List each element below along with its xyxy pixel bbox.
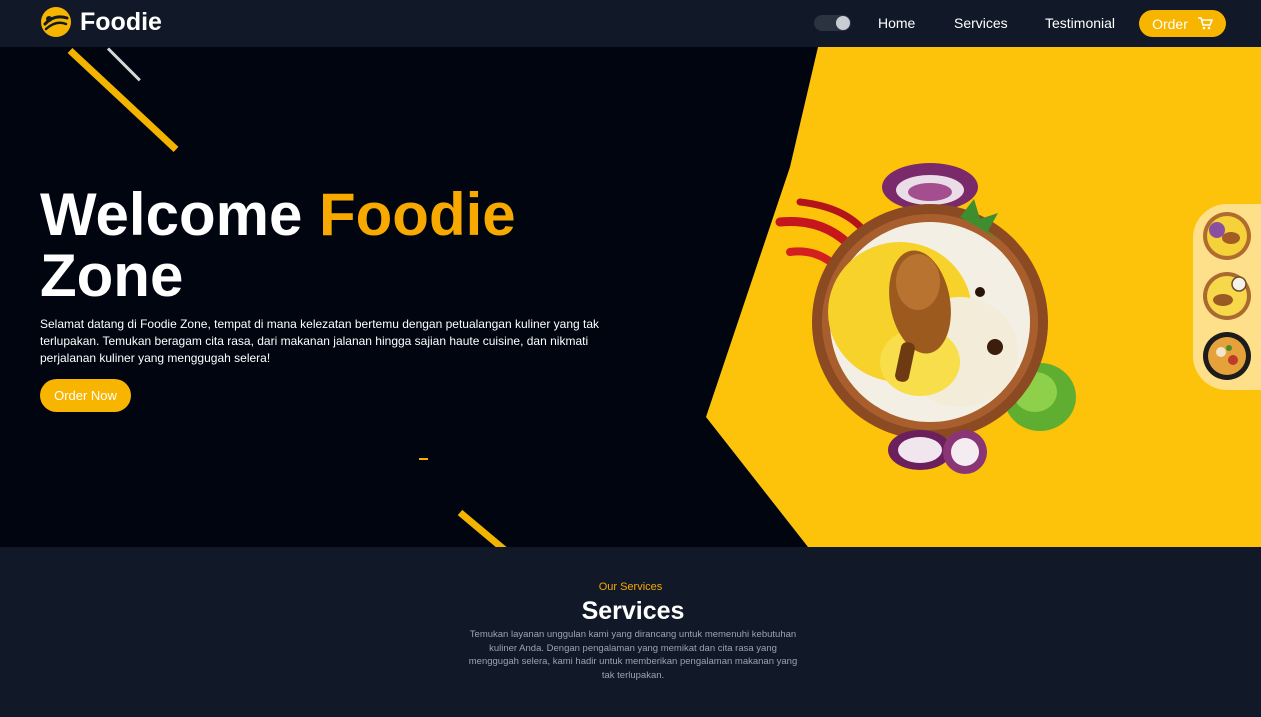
- nav-link-services[interactable]: Services: [954, 15, 1008, 31]
- fork-spoon-logo-icon: [41, 7, 71, 37]
- hero-description: Selamat datang di Foodie Zone, tempat di…: [40, 317, 600, 365]
- thumbnail-dish-3[interactable]: [1201, 330, 1253, 382]
- decor-dot: [419, 458, 428, 460]
- brand-name: Foodie: [80, 7, 162, 36]
- services-description: Temukan layanan unggulan kami yang diran…: [468, 629, 798, 681]
- nav-link-testimonial[interactable]: Testimonial: [1045, 15, 1115, 31]
- hero-title: Welcome Foodie Zone: [40, 184, 600, 306]
- hero-title-part1: Welcome: [40, 181, 319, 248]
- navbar: Foodie Home Services Testimonial Order: [0, 0, 1261, 47]
- theme-toggle-icon[interactable]: [814, 15, 851, 31]
- nav-link-home[interactable]: Home: [878, 15, 915, 31]
- services-title: Services: [581, 597, 685, 625]
- cart-icon: [1197, 17, 1213, 30]
- thumbnail-rail: [1193, 204, 1261, 390]
- order-label: Order: [1152, 15, 1188, 32]
- toggle-knob: [836, 16, 850, 30]
- hero-section: Welcome Foodie Zone Selamat datang di Fo…: [0, 47, 1261, 547]
- hero-title-accent: Foodie: [319, 181, 516, 248]
- thumbnail-dish-2[interactable]: [1201, 270, 1253, 322]
- order-button[interactable]: Order: [1139, 10, 1226, 37]
- brand[interactable]: Foodie: [40, 6, 162, 38]
- biryani-plate-image: [775, 163, 1076, 474]
- services-section: Our Services Services Temukan layanan un…: [0, 547, 1261, 717]
- services-eyebrow: Our Services: [598, 581, 663, 593]
- hero-title-part2: Zone: [40, 242, 184, 309]
- order-now-button[interactable]: Order Now: [40, 379, 131, 412]
- thumbnail-dish-1[interactable]: [1201, 210, 1253, 262]
